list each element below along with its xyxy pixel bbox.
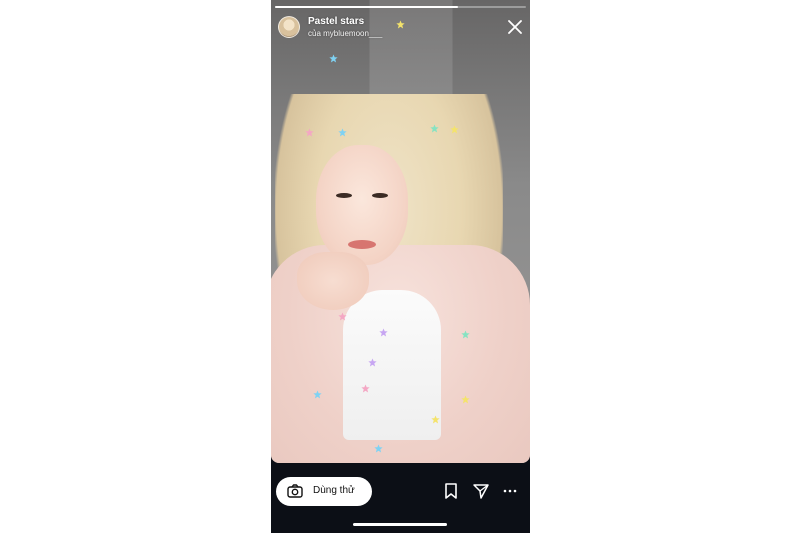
star-sticker (450, 125, 459, 134)
bookmark-icon (445, 483, 457, 499)
star-sticker (329, 54, 338, 63)
star-sticker (338, 128, 347, 137)
star-sticker (338, 312, 347, 321)
more-options-button[interactable] (501, 482, 519, 500)
face-shape (316, 145, 408, 265)
right-eye (372, 193, 388, 198)
effect-title[interactable]: Pastel stars (308, 16, 364, 27)
story-header: Pastel stars của mybluemoon___ (278, 14, 523, 42)
close-button[interactable] (506, 18, 524, 36)
story-photo[interactable]: Pastel stars của mybluemoon___ (271, 0, 530, 463)
save-button[interactable] (442, 482, 460, 500)
hand-shape (297, 252, 369, 310)
star-sticker (313, 390, 322, 399)
story-progress-track (275, 6, 526, 8)
star-sticker (368, 358, 377, 367)
star-sticker (430, 124, 439, 133)
star-sticker (431, 415, 440, 424)
more-icon (503, 489, 517, 493)
star-sticker (361, 384, 370, 393)
lips (348, 240, 376, 249)
send-icon (473, 484, 489, 499)
story-viewer: Pastel stars của mybluemoon___ Dùng thử (271, 0, 530, 533)
try-effect-button[interactable]: Dùng thử (276, 477, 372, 506)
home-indicator[interactable] (353, 523, 447, 526)
camera-icon (287, 484, 303, 498)
star-sticker (374, 444, 383, 453)
creator-name[interactable]: của mybluemoon___ (308, 29, 382, 38)
star-sticker (305, 128, 314, 137)
star-sticker (379, 328, 388, 337)
share-button[interactable] (472, 482, 490, 500)
avatar[interactable] (278, 16, 300, 38)
try-effect-label: Dùng thử (313, 485, 355, 496)
left-eye (336, 193, 352, 198)
star-sticker (461, 395, 470, 404)
story-progress-fill (275, 6, 459, 8)
top-shape (343, 290, 441, 440)
story-footer: Dùng thử (271, 463, 530, 533)
close-icon (508, 20, 522, 34)
star-sticker (461, 330, 470, 339)
